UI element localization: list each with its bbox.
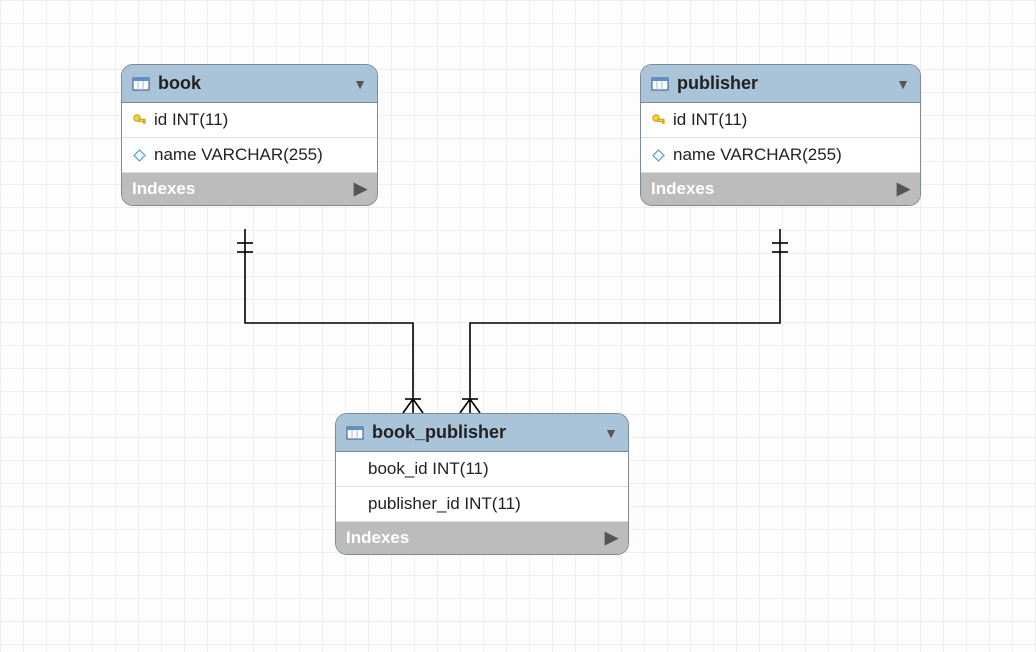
column-text: id INT(11) (154, 110, 228, 130)
column-text: name VARCHAR(255) (154, 145, 323, 165)
column-row[interactable]: id INT(11) (122, 103, 377, 138)
column-row[interactable]: id INT(11) (641, 103, 920, 138)
primary-key-icon (651, 113, 666, 128)
column-text: name VARCHAR(255) (673, 145, 842, 165)
expand-arrow-icon[interactable]: ▶ (897, 179, 910, 199)
table-title: book_publisher (372, 422, 596, 443)
primary-key-icon (132, 113, 147, 128)
table-header[interactable]: publisher ▼ (641, 65, 920, 103)
table-icon (651, 76, 669, 92)
column-row[interactable]: name VARCHAR(255) (122, 138, 377, 173)
indexes-label: Indexes (132, 179, 195, 199)
indexes-label: Indexes (346, 528, 409, 548)
table-book[interactable]: book ▼ id INT(11) name VARCHAR(255) Inde… (121, 64, 378, 206)
column-icon (651, 148, 666, 163)
indexes-section[interactable]: Indexes ▶ (122, 173, 377, 205)
column-row[interactable]: name VARCHAR(255) (641, 138, 920, 173)
expand-arrow-icon[interactable]: ▶ (354, 179, 367, 199)
column-text: book_id INT(11) (368, 459, 489, 479)
table-icon (132, 76, 150, 92)
table-header[interactable]: book ▼ (122, 65, 377, 103)
no-icon (346, 462, 361, 477)
column-row[interactable]: publisher_id INT(11) (336, 487, 628, 522)
column-icon (132, 148, 147, 163)
table-header[interactable]: book_publisher ▼ (336, 414, 628, 452)
table-title: publisher (677, 73, 888, 94)
indexes-section[interactable]: Indexes ▶ (641, 173, 920, 205)
table-title: book (158, 73, 345, 94)
table-publisher[interactable]: publisher ▼ id INT(11) name VARCHAR(255)… (640, 64, 921, 206)
column-row[interactable]: book_id INT(11) (336, 452, 628, 487)
indexes-label: Indexes (651, 179, 714, 199)
column-text: publisher_id INT(11) (368, 494, 521, 514)
collapse-arrow-icon[interactable]: ▼ (896, 76, 910, 92)
collapse-arrow-icon[interactable]: ▼ (353, 76, 367, 92)
table-book-publisher[interactable]: book_publisher ▼ book_id INT(11) publish… (335, 413, 629, 555)
collapse-arrow-icon[interactable]: ▼ (604, 425, 618, 441)
table-icon (346, 425, 364, 441)
indexes-section[interactable]: Indexes ▶ (336, 522, 628, 554)
column-text: id INT(11) (673, 110, 747, 130)
no-icon (346, 497, 361, 512)
expand-arrow-icon[interactable]: ▶ (605, 528, 618, 548)
